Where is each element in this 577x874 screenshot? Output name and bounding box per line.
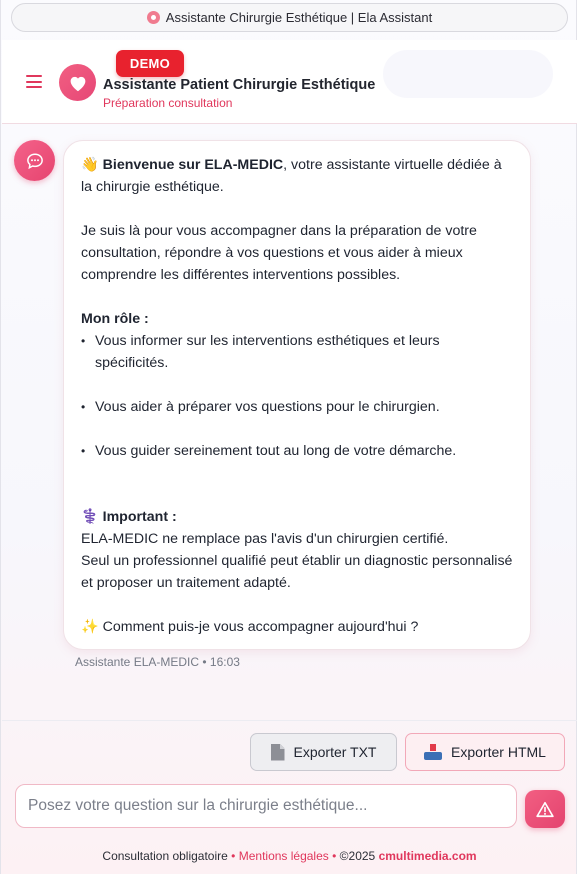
question-input[interactable] [15,784,517,828]
footer: Consultation obligatoire • Mentions léga… [102,849,477,863]
chat-bubble-icon [14,140,55,181]
waving-hand-icon: 👋 [81,157,99,173]
url-title: Assistante Chirurgie Esthétique | Ela As… [165,10,433,25]
important-line: ELA-MEDIC ne remplace pas l'avis d'un ch… [81,531,449,547]
divider [2,720,577,721]
url-bar[interactable]: Assistante Chirurgie Esthétique | Ela As… [11,3,568,32]
demo-badge: DEMO [116,50,184,77]
document-icon [270,743,285,761]
important-line: Seul un professionnel qualifié peut étab… [81,553,513,591]
assistant-message: 👋 Bienvenue sur ELA-MEDIC, votre assista… [63,140,531,650]
role-heading: Mon rôle : [81,311,149,327]
footer-consult: Consultation obligatoire [102,849,228,863]
send-warning-icon [536,801,554,817]
inbox-tray-icon [424,744,443,760]
heart-icon [59,64,96,101]
app-window: Assistante Chirurgie Esthétique | Ela As… [0,0,577,874]
medical-symbol-icon: ⚕️ [81,509,99,525]
page-subtitle: Préparation consultation [103,96,233,110]
sparkles-icon: ✨ [81,619,99,635]
hamburger-menu-icon[interactable] [26,75,42,88]
export-html-label: Exporter HTML [451,744,546,760]
location-pin-icon [146,11,160,24]
header-decoration [383,50,553,98]
export-html-button[interactable]: Exporter HTML [405,733,565,771]
closing-question: Comment puis-je vous accompagner aujourd… [102,619,419,635]
app-header: DEMO Assistante Patient Chirurgie Esthét… [2,40,577,124]
intro-bold: Bienvenue sur ELA-MEDIC [102,157,284,173]
message-paragraph: Je suis là pour vous accompagner dans la… [81,223,477,283]
brand-link[interactable]: cmultimedia.com [379,849,477,863]
export-txt-button[interactable]: Exporter TXT [250,733,397,771]
important-heading: Important : [102,509,177,525]
list-item: • Vous aider à préparer vos questions pou… [81,399,440,415]
page-title: Assistante Patient Chirurgie Esthétique [103,77,376,93]
message-meta: Assistante ELA-MEDIC • 16:03 [75,655,240,669]
list-item: • Vous guider sereinement tout au long de… [81,443,457,459]
list-item: • Vous informer sur les interventions est… [81,333,440,371]
send-button[interactable] [525,790,565,828]
footer-copyright: ©2025 [339,849,376,863]
export-txt-label: Exporter TXT [293,744,377,760]
legal-link[interactable]: Mentions légales [239,849,329,863]
message-intro: 👋 Bienvenue sur ELA-MEDIC, votre assista… [81,154,514,198]
